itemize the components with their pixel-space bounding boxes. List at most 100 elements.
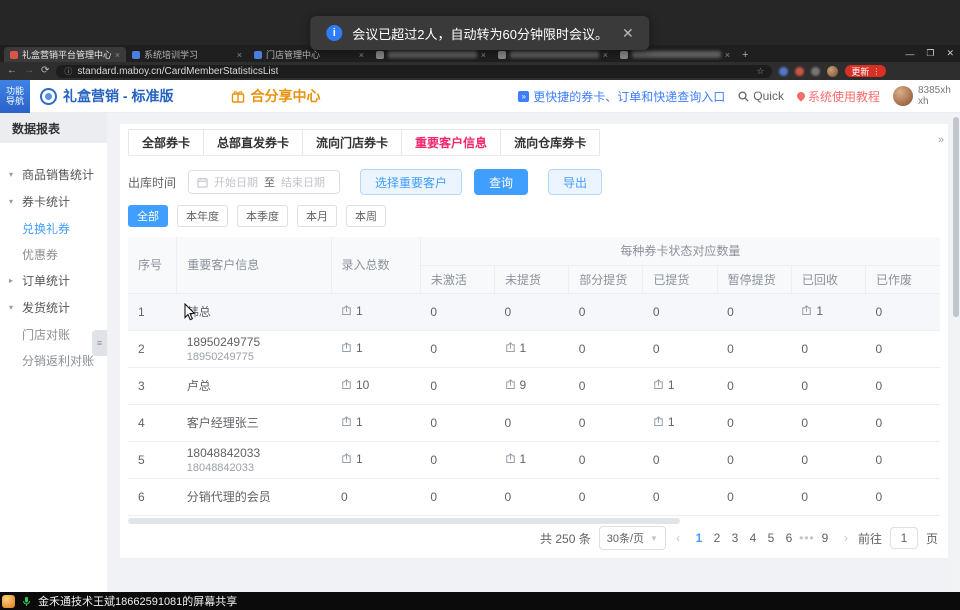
main-content: 全部券卡总部直发券卡流向门店券卡重要客户信息流向仓库券卡 » 出库时间 开始日期… <box>107 113 952 592</box>
quick-filter-chip[interactable]: 本月 <box>297 205 337 227</box>
workspace: 数据报表 ▾商品销售统计▾券卡统计兑换礼券优惠券▸订单统计▾发货统计门店对账分销… <box>0 113 952 592</box>
function-nav-button[interactable]: 功能 导航 <box>0 80 30 113</box>
horizontal-scrollbar[interactable] <box>128 517 940 525</box>
table-container: 序号重要客户信息录入总数每种券卡状态对应数量未激活未提货部分提货已提货暂停提货已… <box>128 237 940 525</box>
content-tab[interactable]: 流向仓库券卡 <box>500 129 600 156</box>
status-cell: 0 <box>569 441 643 478</box>
browser-menu-icon[interactable]: ⋮ <box>872 67 880 76</box>
sidebar-subitem[interactable]: 分销返利对账 <box>0 347 107 373</box>
tab-close-icon[interactable]: × <box>603 50 608 60</box>
page-number[interactable]: 6 <box>780 531 798 545</box>
quick-filter-chip[interactable]: 全部 <box>128 205 168 227</box>
sidebar-subitem[interactable]: 优惠券 <box>0 241 107 267</box>
cell-value: 1 <box>356 415 363 429</box>
tab-close-icon[interactable]: × <box>481 50 486 60</box>
cell-value: 0 <box>579 416 586 430</box>
tab-close-icon[interactable]: × <box>237 50 242 60</box>
table-row[interactable]: 3卢总100901000 <box>128 367 940 404</box>
table-row[interactable]: 6分销代理的会员00000000 <box>128 478 940 515</box>
cell-value: 0 <box>653 490 660 504</box>
quick-filter-chip[interactable]: 本季度 <box>237 205 288 227</box>
content-tab[interactable]: 重要客户信息 <box>401 129 501 156</box>
page-number[interactable]: 5 <box>762 531 780 545</box>
cell-value: 0 <box>579 490 586 504</box>
browser-tab[interactable]: 系统培训学习× <box>126 47 248 62</box>
sidebar-subitem[interactable]: 兑换礼券 <box>0 215 107 241</box>
prev-page-icon[interactable]: ‹ <box>674 531 682 545</box>
share-icon <box>341 342 352 353</box>
page-number[interactable]: 9 <box>816 531 834 545</box>
sidebar-subitem[interactable]: 门店对账 <box>0 321 107 347</box>
status-cell: 0 <box>420 293 494 330</box>
bookmark-star-icon[interactable]: ☆ <box>756 66 764 77</box>
table-row[interactable]: 5180488420331804884203310100000 <box>128 441 940 478</box>
user-menu[interactable]: 8385xhxh <box>893 85 952 107</box>
toast-close-icon[interactable]: ✕ <box>622 25 634 42</box>
browser-update-button[interactable]: 更新 ⋮ <box>845 65 886 77</box>
date-range-picker[interactable]: 开始日期 至 结束日期 <box>188 170 340 194</box>
cell-value: 0 <box>876 379 883 393</box>
tutorial-link[interactable]: 系统使用教程 <box>797 88 880 105</box>
sidebar-item[interactable]: ▾发货统计 <box>0 294 107 321</box>
sidebar-item[interactable]: ▾商品销售统计 <box>0 161 107 188</box>
extension-icon[interactable] <box>779 67 788 76</box>
search-button[interactable]: 查询 <box>474 169 528 195</box>
user-avatar[interactable] <box>893 86 913 106</box>
maximize-button[interactable]: ❐ <box>926 48 934 59</box>
export-button[interactable]: 导出 <box>548 169 602 195</box>
forward-icon[interactable]: → <box>24 66 34 76</box>
next-page-icon[interactable]: › <box>842 531 850 545</box>
expand-more-icon[interactable]: » <box>938 134 944 146</box>
content-tab[interactable]: 流向门店券卡 <box>302 129 402 156</box>
table-row[interactable]: 2189502497751895024977510100000 <box>128 330 940 367</box>
status-cell: 0 <box>866 478 940 515</box>
quick-filter-chip[interactable]: 本周 <box>346 205 386 227</box>
select-customer-button[interactable]: 选择重要客户 <box>360 169 462 195</box>
page-number[interactable]: 2 <box>708 531 726 545</box>
content-tab[interactable]: 全部券卡 <box>128 129 204 156</box>
extension-icon[interactable] <box>795 67 804 76</box>
quick-filter-chip[interactable]: 本年度 <box>177 205 228 227</box>
page-size-select[interactable]: 30条/页 ▼ <box>599 526 666 550</box>
tab-close-icon[interactable]: × <box>725 50 730 60</box>
table-row[interactable]: 1韩总10000010 <box>128 293 940 330</box>
status-column-header: 未激活 <box>420 265 494 293</box>
app-header: 功能 导航 礼盒营销 - 标准版 合分享中心 » 更快捷的券卡、订单和快递查询入… <box>0 80 960 113</box>
content-tab[interactable]: 总部直发券卡 <box>203 129 303 156</box>
page-number[interactable]: 4 <box>744 531 762 545</box>
page-scrollbar[interactable] <box>952 113 960 592</box>
reload-icon[interactable]: ⟳ <box>41 66 49 76</box>
row-index: 2 <box>128 330 177 367</box>
extension-icon[interactable] <box>811 67 820 76</box>
sidebar-item[interactable]: ▸订单统计 <box>0 267 107 294</box>
browser-profile-avatar[interactable] <box>827 66 838 77</box>
quick-search[interactable]: Quick <box>738 89 784 103</box>
goto-page-input[interactable] <box>890 527 918 549</box>
browser-tab[interactable]: 礼盒营销平台管理中心× <box>4 47 126 62</box>
minimize-button[interactable]: — <box>905 49 914 59</box>
page-number[interactable]: 3 <box>726 531 744 545</box>
share-center-link[interactable]: 合分享中心 <box>231 86 320 106</box>
header-right: » 更快捷的券卡、订单和快递查询入口 Quick 系统使用教程 8385xhxh <box>518 85 960 107</box>
close-button[interactable]: ✕ <box>946 48 954 59</box>
new-tab-button[interactable]: + <box>742 47 748 62</box>
sidebar-item-label: 券卡统计 <box>22 193 70 210</box>
tab-close-icon[interactable]: × <box>115 50 120 60</box>
sidebar-item-label: 商品销售统计 <box>22 166 94 183</box>
tab-close-icon[interactable]: × <box>359 50 364 60</box>
cell-value: 0 <box>505 490 512 504</box>
sidebar-collapse-handle[interactable]: ≡ <box>92 330 107 356</box>
page-number[interactable]: 1 <box>690 531 708 545</box>
status-cell: 0 <box>717 367 791 404</box>
page-scrollbar-thumb[interactable] <box>953 117 959 317</box>
quick-entry-link[interactable]: » 更快捷的券卡、订单和快递查询入口 <box>518 88 725 105</box>
site-info-icon[interactable]: ⓘ <box>64 66 72 77</box>
cell-value: 1 <box>356 341 363 355</box>
address-bar[interactable]: ⓘ standard.maboy.cn/CardMemberStatistics… <box>56 65 772 78</box>
total-cell: 0 <box>331 478 420 515</box>
scrollbar-thumb[interactable] <box>128 518 680 524</box>
status-cell: 0 <box>495 293 569 330</box>
table-row[interactable]: 4客户经理张三10001000 <box>128 404 940 441</box>
back-icon[interactable]: ← <box>7 66 17 76</box>
sidebar-item[interactable]: ▾券卡统计 <box>0 188 107 215</box>
